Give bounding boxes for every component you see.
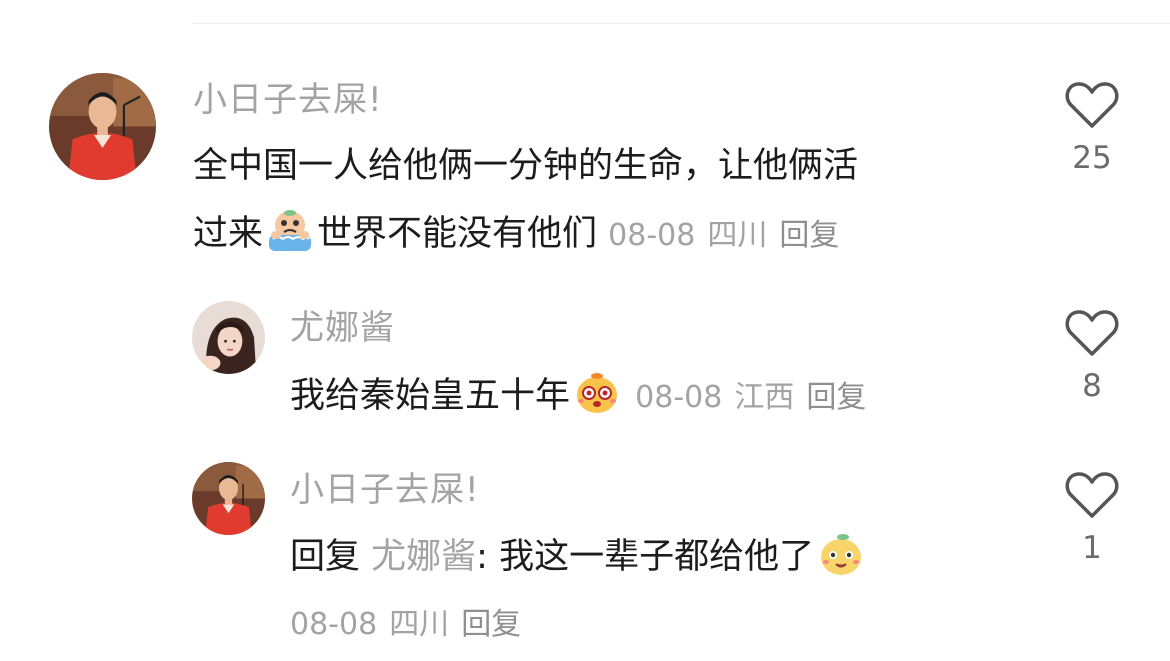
comment-text: 回复 尤娜酱: 我这一辈子都给他了 xyxy=(290,525,868,589)
comment-date: 08-08 xyxy=(290,607,378,642)
comment-location: 江西 xyxy=(734,380,795,415)
avatar[interactable] xyxy=(192,462,265,535)
comment-meta: 08-08 四川 回复 xyxy=(608,218,851,253)
like-button[interactable]: 25 xyxy=(1062,80,1122,176)
like-count: 25 xyxy=(1072,140,1112,176)
like-button[interactable]: 1 xyxy=(1062,470,1122,566)
heart-icon xyxy=(1065,82,1119,128)
comment-text-part: 过来 xyxy=(193,214,264,254)
heart-icon xyxy=(1065,472,1119,518)
dazzled-emoji-icon xyxy=(572,367,622,417)
comment-meta: 08-08 江西 回复 xyxy=(635,380,878,415)
comment-text: 全中国一人给他俩一分钟的生命，让他俩活 xyxy=(193,134,858,198)
comment-text: 我给秦始皇五十年 08-08 江西 回复 xyxy=(290,364,878,430)
comment-location: 四川 xyxy=(707,218,768,253)
heart-icon xyxy=(1065,310,1119,356)
crying-emoji-icon xyxy=(265,205,315,255)
comment-date: 08-08 xyxy=(608,218,696,253)
happy-emoji-icon xyxy=(816,528,866,578)
comment-username[interactable]: 小日子去屎! xyxy=(193,80,383,120)
like-count: 1 xyxy=(1082,530,1102,566)
comment-text-part: 世界不能没有他们 xyxy=(317,214,598,254)
avatar[interactable] xyxy=(192,301,265,374)
comment-text-part: 我给秦始皇五十年 xyxy=(290,376,571,416)
comment-meta: 08-08 四川 回复 xyxy=(290,595,533,655)
comment-text-line: 全中国一人给他俩一分钟的生命，让他俩活 xyxy=(193,146,859,186)
reply-button[interactable]: 回复 xyxy=(806,380,866,415)
comment-username[interactable]: 尤娜酱 xyxy=(290,308,395,348)
comment-date: 08-08 xyxy=(635,380,723,415)
like-count: 8 xyxy=(1082,368,1102,404)
like-button[interactable]: 8 xyxy=(1062,308,1122,404)
reply-button[interactable]: 回复 xyxy=(779,218,839,253)
comment-text-part: : 我这一辈子都给他了 xyxy=(476,537,815,577)
avatar[interactable] xyxy=(49,73,156,180)
comment-section: 小日子去屎! 全中国一人给他俩一分钟的生命，让他俩活 过来 世界不能没有他们 0… xyxy=(0,0,1170,661)
comment-username[interactable]: 小日子去屎! xyxy=(290,470,480,510)
mention-link[interactable]: 尤娜酱 xyxy=(371,537,476,577)
reply-prefix: 回复 xyxy=(290,537,361,577)
top-divider xyxy=(192,23,1170,24)
reply-button[interactable]: 回复 xyxy=(461,607,521,642)
comment-location: 四川 xyxy=(389,607,450,642)
comment-text-second-line: 过来 世界不能没有他们 08-08 四川 回复 xyxy=(193,202,851,268)
